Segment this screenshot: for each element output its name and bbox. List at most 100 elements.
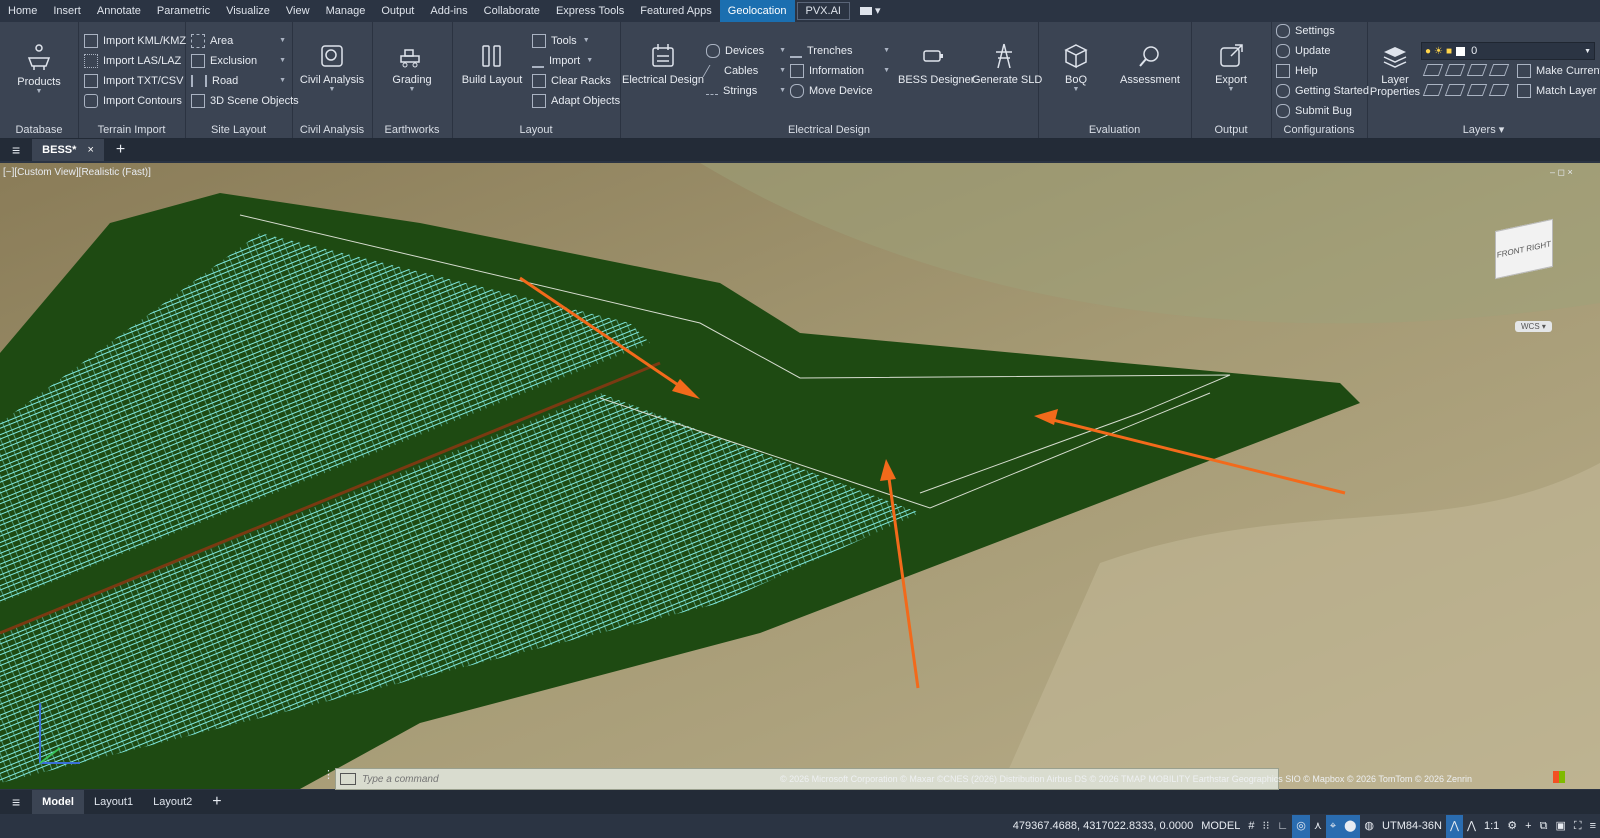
sun-icon: ☀ bbox=[1434, 45, 1444, 57]
menu-tab-featured-apps[interactable]: Featured Apps bbox=[632, 0, 720, 22]
tab-layout2[interactable]: Layout2 bbox=[143, 790, 202, 814]
update-button[interactable]: Update bbox=[1276, 42, 1330, 60]
new-tab-icon[interactable]: + bbox=[104, 141, 137, 159]
hamburger-menu-icon[interactable]: ≡ bbox=[0, 142, 32, 158]
tab-model[interactable]: Model bbox=[32, 790, 84, 814]
layer-dropdown[interactable]: ● ☀ ■ 0 ▼ bbox=[1421, 42, 1595, 60]
menu-tab-pvxai[interactable]: PVX.AI bbox=[796, 2, 850, 20]
hamburger-menu-icon[interactable]: ≡ bbox=[0, 794, 32, 810]
match-layer-button[interactable]: Match Layer bbox=[1517, 82, 1597, 100]
autoscale-icon[interactable]: ⋀ bbox=[1463, 815, 1480, 838]
layer-thaw-icon[interactable] bbox=[1466, 84, 1488, 96]
import-kml-button[interactable]: Import KML/KMZ bbox=[84, 32, 186, 50]
build-layout-button[interactable]: Build Layout bbox=[456, 42, 528, 86]
make-current-button[interactable]: Make Current bbox=[1517, 62, 1600, 80]
import-contours-button[interactable]: Import Contours bbox=[84, 92, 182, 110]
isodraft-icon[interactable]: ⋏ bbox=[1310, 815, 1326, 838]
annotation-visibility-icon[interactable]: ⋀ bbox=[1445, 815, 1463, 838]
hardware-accel-icon[interactable]: ▣ bbox=[1551, 815, 1569, 838]
tools-button[interactable]: Tools ▼ bbox=[532, 32, 590, 50]
getting-started-button[interactable]: Getting Started bbox=[1276, 82, 1369, 100]
layer-off-icon[interactable] bbox=[1422, 64, 1444, 76]
civil-analysis-button[interactable]: Civil Analysis ▼ bbox=[298, 42, 366, 94]
strings-button[interactable]: Strings ▼ bbox=[706, 82, 786, 100]
layer-isolate-icon[interactable] bbox=[1444, 64, 1466, 76]
grid-icon[interactable]: # bbox=[1244, 815, 1258, 838]
menu-tab-addins[interactable]: Add-ins bbox=[422, 0, 475, 22]
settings-button[interactable]: Settings bbox=[1276, 22, 1335, 40]
devices-button[interactable]: Devices ▼ bbox=[706, 42, 786, 60]
menu-tab-output[interactable]: Output bbox=[373, 0, 422, 22]
import-button[interactable]: Import ▼ bbox=[532, 52, 593, 70]
document-tab-bess[interactable]: BESS* × bbox=[32, 139, 104, 161]
annotation-scale[interactable]: 1:1 bbox=[1480, 815, 1503, 838]
products-button[interactable]: Products ▼ bbox=[8, 42, 70, 96]
help-button[interactable]: Help bbox=[1276, 62, 1318, 80]
wcs-menu[interactable]: WCS ▾ bbox=[1515, 321, 1552, 332]
panel-label-layers[interactable]: Layers ▾ bbox=[1367, 123, 1600, 136]
layer-lock-icon[interactable] bbox=[1488, 64, 1510, 76]
generate-sld-button[interactable]: Generate SLD bbox=[972, 42, 1042, 86]
panel-earthworks: Grading ▼ Earthworks bbox=[372, 22, 453, 138]
viewport-window-controls[interactable]: – ◻ × bbox=[1550, 167, 1573, 178]
grading-button[interactable]: Grading ▼ bbox=[380, 42, 444, 94]
menu-tab-express-tools[interactable]: Express Tools bbox=[548, 0, 632, 22]
clear-racks-button[interactable]: Clear Racks bbox=[532, 72, 611, 90]
object-snap-icon[interactable]: ⌖ bbox=[1325, 815, 1341, 838]
snap-icon[interactable]: ⁝⁝ bbox=[1258, 815, 1273, 838]
isolate-objects-icon[interactable]: ⧉ bbox=[1536, 815, 1552, 838]
menu-tab-insert[interactable]: Insert bbox=[45, 0, 89, 22]
menu-tab-visualize[interactable]: Visualize bbox=[218, 0, 278, 22]
layer-freeze-icon[interactable] bbox=[1466, 64, 1488, 76]
ortho-icon[interactable]: ∟ bbox=[1273, 815, 1292, 838]
menu-tab-home[interactable]: Home bbox=[0, 0, 45, 22]
menu-tab-parametric[interactable]: Parametric bbox=[149, 0, 218, 22]
export-icon bbox=[1220, 44, 1243, 67]
plus-icon[interactable]: + bbox=[1521, 815, 1535, 838]
coordinate-system[interactable]: UTM84-36N bbox=[1378, 815, 1446, 838]
area-button[interactable]: Area ▼ bbox=[191, 32, 286, 50]
adapt-objects-button[interactable]: Adapt Objects bbox=[532, 92, 620, 110]
layer-on-icon[interactable] bbox=[1422, 84, 1444, 96]
assessment-button[interactable]: Assessment bbox=[1114, 42, 1186, 86]
command-prompt-icon[interactable] bbox=[340, 773, 356, 785]
customize-icon[interactable]: ≡ bbox=[1586, 815, 1600, 838]
close-icon[interactable]: × bbox=[87, 144, 93, 156]
new-layout-icon[interactable]: + bbox=[202, 793, 231, 811]
model-viewport[interactable]: FRONT RIGHT WCS ▾ – ◻ × bbox=[0, 163, 1600, 789]
layer-unlock-icon[interactable] bbox=[1488, 84, 1510, 96]
bess-designer-button[interactable]: BESS Designer bbox=[898, 42, 974, 86]
coordinate-readout[interactable]: 479367.4688, 4317022.8333, 0.0000 bbox=[1009, 815, 1197, 838]
geolocation-icon[interactable]: ⬤ bbox=[1340, 815, 1361, 838]
model-space-toggle[interactable]: MODEL bbox=[1197, 815, 1244, 838]
move-device-button[interactable]: Move Device bbox=[790, 82, 873, 100]
tab-layout1[interactable]: Layout1 bbox=[84, 790, 143, 814]
gear-icon[interactable]: ⚙ bbox=[1503, 815, 1521, 838]
globe-icon[interactable]: ◍ bbox=[1360, 815, 1378, 838]
3d-scene-objects-button[interactable]: 3D Scene Objects bbox=[191, 92, 299, 110]
import-las-button[interactable]: Import LAS/LAZ bbox=[84, 52, 181, 70]
export-button[interactable]: Export ▼ bbox=[1201, 42, 1261, 94]
information-button[interactable]: Information ▼ bbox=[790, 62, 890, 80]
fullscreen-icon[interactable]: ⛶ bbox=[1570, 815, 1586, 838]
road-button[interactable]: Road ▼ bbox=[191, 72, 286, 90]
trenches-button[interactable]: Trenches ▼ bbox=[790, 42, 890, 60]
strings-icon bbox=[706, 88, 718, 95]
menu-tab-collaborate[interactable]: Collaborate bbox=[476, 0, 548, 22]
layer-unisolate-icon[interactable] bbox=[1444, 84, 1466, 96]
menu-tab-manage[interactable]: Manage bbox=[318, 0, 374, 22]
polar-tracking-icon[interactable]: ◎ bbox=[1292, 815, 1310, 838]
workspace-dropdown[interactable]: ▾ bbox=[852, 0, 889, 22]
electrical-design-button[interactable]: Electrical Design bbox=[622, 42, 704, 86]
menu-tab-geolocation[interactable]: Geolocation bbox=[719, 0, 795, 22]
layer-properties-button[interactable]: Layer Properties bbox=[1367, 42, 1423, 98]
viewport-controls-label[interactable]: [−][Custom View][Realistic (Fast)] bbox=[3, 167, 151, 178]
cables-button[interactable]: Cables ▼ bbox=[702, 62, 786, 80]
menu-tab-annotate[interactable]: Annotate bbox=[89, 0, 149, 22]
menu-tab-view[interactable]: View bbox=[278, 0, 318, 22]
submit-bug-button[interactable]: Submit Bug bbox=[1276, 102, 1352, 120]
exclusion-button[interactable]: Exclusion ▼ bbox=[191, 52, 286, 70]
import-txt-button[interactable]: Import TXT/CSV bbox=[84, 72, 183, 90]
chevron-down-icon: ▼ bbox=[408, 86, 416, 93]
boq-button[interactable]: BoQ ▼ bbox=[1048, 42, 1104, 94]
